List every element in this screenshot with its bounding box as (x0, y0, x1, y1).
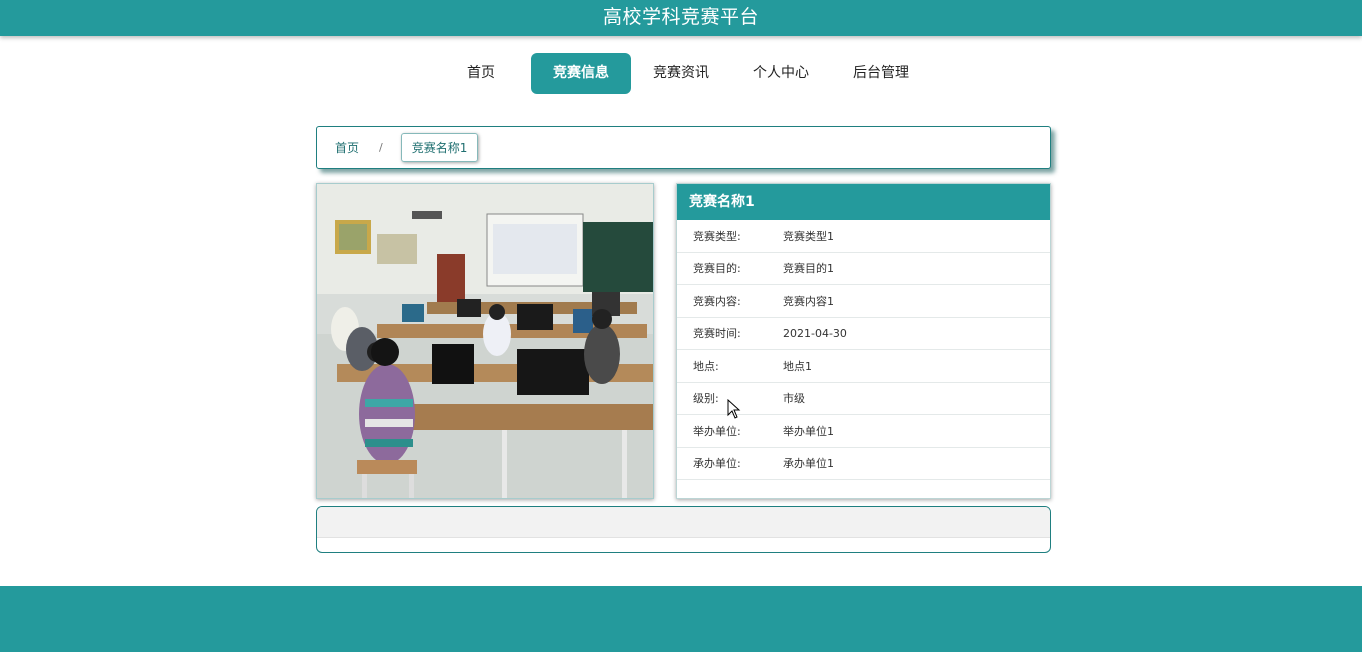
info-label: 竞赛时间: (693, 327, 741, 341)
info-row: 竞赛类型: 竞赛类型1 (677, 220, 1050, 253)
info-label: 承办单位: (693, 457, 741, 471)
breadcrumb-separator: / (379, 141, 383, 154)
nav-item-competition-news[interactable]: 竞赛资讯 (631, 53, 731, 94)
detail-panel-header (317, 507, 1050, 538)
breadcrumb-current: 竞赛名称1 (400, 133, 479, 162)
info-label: 竞赛内容: (693, 294, 741, 308)
nav-item-home[interactable]: 首页 (431, 53, 531, 94)
info-value: 举办单位1 (783, 424, 834, 438)
info-row: 竞赛内容: 竞赛内容1 (677, 285, 1050, 318)
site-header: 高校学科竞赛平台 (0, 0, 1362, 36)
competition-info-panel: 竞赛名称1 竞赛类型: 竞赛类型1 竞赛目的: 竞赛目的1 竞赛内容: 竞赛内容… (676, 183, 1051, 499)
nav-item-admin[interactable]: 后台管理 (831, 53, 931, 94)
competition-photo (316, 183, 654, 499)
classroom-photo-icon (317, 184, 653, 498)
mouse-cursor-icon (727, 399, 741, 419)
competition-detail-panel (316, 506, 1051, 553)
nav-item-competition-info[interactable]: 竞赛信息 (531, 53, 631, 94)
site-title: 高校学科竞赛平台 (602, 6, 759, 28)
competition-title: 竞赛名称1 (677, 184, 1050, 220)
info-label: 竞赛类型: (693, 229, 741, 243)
info-row: 承办单位: 承办单位1 (677, 448, 1050, 480)
info-label: 地点: (693, 359, 719, 373)
main-nav: 首页 竞赛信息 竞赛资讯 个人中心 后台管理 (0, 53, 1362, 94)
info-value: 承办单位1 (783, 457, 834, 471)
info-row: 地点: 地点1 (677, 350, 1050, 383)
info-row: 竞赛目的: 竞赛目的1 (677, 253, 1050, 285)
info-value: 竞赛目的1 (783, 262, 834, 276)
info-label: 竞赛目的: (693, 262, 741, 276)
info-label: 举办单位: (693, 424, 741, 438)
info-row: 举办单位: 举办单位1 (677, 415, 1050, 448)
info-value: 2021-04-30 (783, 326, 847, 340)
info-value: 竞赛类型1 (783, 229, 834, 243)
breadcrumb: 首页 / 竞赛名称1 (316, 126, 1051, 169)
info-value: 地点1 (783, 359, 812, 373)
breadcrumb-home-link[interactable]: 首页 (335, 139, 359, 156)
site-footer (0, 586, 1362, 652)
info-row: 竞赛时间: 2021-04-30 (677, 318, 1050, 350)
nav-item-personal-center[interactable]: 个人中心 (731, 53, 831, 94)
info-value: 竞赛内容1 (783, 294, 834, 308)
info-value: 市级 (783, 392, 805, 406)
